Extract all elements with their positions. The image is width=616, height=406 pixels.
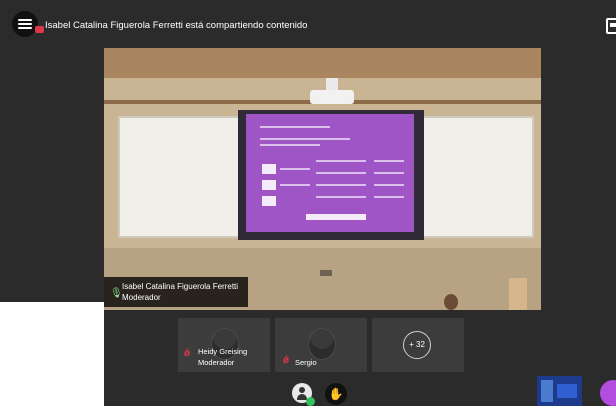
projector: [310, 90, 354, 104]
participant-avatar: [308, 328, 336, 360]
more-participants-tile[interactable]: + 32: [372, 318, 464, 372]
participant-tile[interactable]: ǿ Heidy Greising Moderador: [178, 318, 270, 372]
participant-name: Heidy Greising: [198, 347, 248, 356]
microphone-muted-icon: ǿ: [283, 355, 290, 366]
participant-tile[interactable]: ǿ Sergio: [275, 318, 367, 372]
microphone-muted-icon: ǿ: [184, 348, 191, 359]
projected-screen: [246, 114, 414, 232]
overflow-count: + 32: [403, 331, 431, 359]
hamburger-menu-icon[interactable]: [12, 11, 38, 37]
participant-name: Sergio: [295, 358, 317, 367]
sharing-status: Isabel Catalina Figuerola Ferretti está …: [45, 20, 308, 31]
active-speaker-tag: Isabel Catalina Figuerola Ferretti Moder…: [104, 277, 248, 307]
microphone-icon: 🎙: [110, 288, 123, 299]
screen-share-icon: [35, 26, 44, 33]
raise-hand-icon[interactable]: ✋: [325, 383, 347, 405]
shared-video-feed: [104, 48, 541, 310]
status-check-icon: [306, 397, 315, 406]
speaker-name: Isabel Catalina Figuerola Ferretti: [122, 282, 239, 291]
shared-content-thumbnail[interactable]: [537, 376, 582, 406]
speaker-role: Moderador: [122, 293, 161, 302]
chat-button[interactable]: [600, 380, 616, 406]
top-bar: Isabel Catalina Figuerola Ferretti está …: [0, 0, 616, 48]
side-panel: [0, 302, 104, 406]
participant-role: Moderador: [198, 358, 235, 367]
layout-icon[interactable]: [606, 18, 616, 34]
